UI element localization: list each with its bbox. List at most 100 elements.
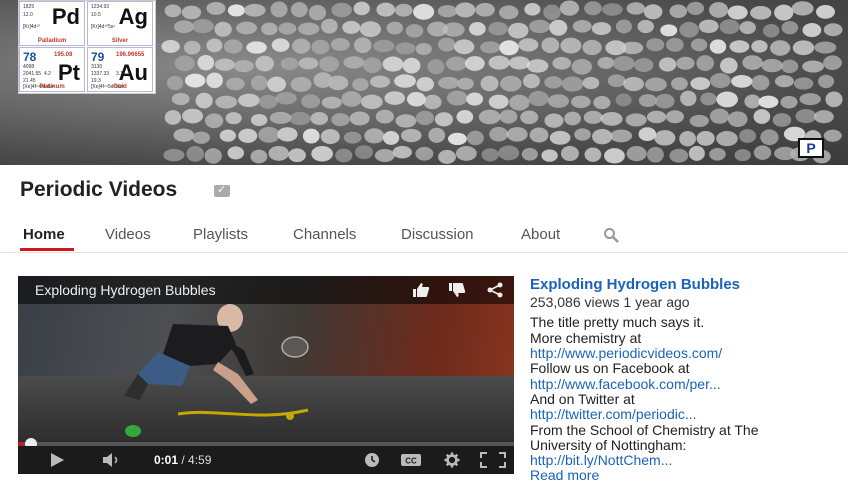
video-frame[interactable]: Exploding Hydrogen Bubbles [18, 276, 514, 446]
banner-bubble [795, 109, 817, 124]
video-title-link[interactable]: Exploding Hydrogen Bubbles [530, 276, 740, 293]
banner-bubble [227, 4, 245, 17]
banner-bubble [774, 4, 794, 21]
banner-bubble [437, 5, 458, 18]
banner-bubble [455, 146, 477, 161]
banner-bubble [654, 130, 676, 146]
read-more-link[interactable]: Read more [530, 467, 599, 483]
channel-tabs: Home Videos Playlists Channels Discussio… [0, 218, 848, 253]
description-link[interactable]: http://bit.ly/NottChem... [530, 452, 672, 468]
banner-bubble [520, 110, 539, 125]
description-link[interactable]: http://www.facebook.com/per... [530, 376, 721, 392]
banner-bubble [353, 1, 370, 16]
banner-bubble [774, 75, 794, 88]
banner-bubble [637, 19, 654, 34]
watch-later-icon[interactable] [364, 452, 380, 468]
banner-bubble [454, 39, 475, 55]
banner-bubble [457, 77, 474, 90]
banner-bubble [364, 128, 385, 144]
tab-discussion[interactable]: Discussion [401, 226, 474, 243]
banner-bubble [310, 112, 329, 126]
player-title[interactable]: Exploding Hydrogen Bubbles [35, 282, 216, 298]
banner-bubble [607, 74, 626, 88]
banner-bubble [600, 112, 623, 126]
banner-bubble [791, 1, 814, 16]
banner-bubble [518, 38, 539, 52]
banner-bubble [488, 55, 510, 70]
banner-bubble [173, 128, 195, 142]
banner-bubble [559, 0, 580, 16]
banner-bubble [446, 90, 468, 106]
banner-bubble [331, 2, 352, 18]
banner-bubble [802, 60, 824, 73]
tab-playlists[interactable]: Playlists [193, 226, 248, 243]
banner-bubble [289, 111, 311, 126]
banner-bubble [593, 96, 611, 110]
description-link[interactable]: http://twitter.com/periodic... [530, 406, 697, 422]
banner-bubble [280, 57, 299, 71]
banner-bubble [258, 94, 278, 109]
description-link[interactable]: http://www.periodicvideos.com/ [530, 345, 722, 361]
banner-bubble [498, 145, 520, 161]
banner-bubble [591, 22, 612, 36]
banner-bubble [250, 113, 268, 127]
banner-bubble [823, 55, 842, 71]
banner-bubble [716, 91, 738, 108]
banner-bubble [671, 77, 688, 91]
banner-bubble [646, 146, 664, 163]
fullscreen-icon[interactable] [480, 452, 506, 468]
tab-about[interactable]: About [521, 226, 560, 243]
banner-bubble [437, 37, 456, 52]
banner-bubble [719, 19, 740, 35]
banner-bubble [547, 94, 570, 108]
share-icon[interactable] [486, 282, 504, 298]
banner-bubble [690, 38, 708, 52]
banner-bubble [238, 128, 258, 143]
banner-bubble [395, 42, 416, 55]
tab-channels[interactable]: Channels [293, 226, 356, 243]
banner-bubble [455, 2, 476, 18]
banner-bubble [610, 129, 633, 143]
banner-bubble [583, 110, 603, 124]
banner-bubble [415, 146, 434, 161]
banner-bubble [214, 21, 232, 37]
banner-bubble [311, 39, 330, 55]
banner-bubble [394, 74, 416, 88]
banner-bubble [349, 111, 370, 126]
banner-bubble [509, 94, 530, 111]
tab-videos[interactable]: Videos [105, 226, 151, 243]
banner-bubble [181, 5, 202, 20]
settings-gear-icon[interactable] [443, 452, 461, 468]
banner-bubble [236, 21, 258, 35]
banner-bubble [815, 5, 836, 19]
banner-bubble [818, 74, 835, 89]
banner-bubble [825, 91, 843, 108]
banner-bubble [342, 20, 361, 34]
banner-bubble [597, 56, 615, 69]
volume-icon[interactable] [102, 452, 122, 468]
banner-bubble [215, 95, 238, 109]
banner-bubble [739, 129, 757, 143]
banner-bubble [375, 109, 394, 124]
banner-bubble [327, 75, 349, 91]
banner-bubble [823, 129, 842, 142]
tab-home[interactable]: Home [23, 226, 65, 243]
captions-icon[interactable]: CC [400, 452, 422, 468]
banner-bubble [561, 76, 584, 92]
channel-title[interactable]: Periodic Videos [20, 178, 177, 202]
element-tile-au: 79 196.96655 3130 3.1 1337.33 19.3 [Xe]4… [87, 47, 153, 92]
banner-bubble [584, 1, 602, 16]
banner-bubble [406, 91, 426, 107]
search-icon[interactable] [603, 227, 619, 243]
banner-bubble [442, 22, 465, 37]
time-display: 0:01 / 4:59 [154, 453, 211, 467]
green-bottle-image [125, 425, 141, 437]
dislike-icon[interactable] [448, 282, 466, 298]
like-icon[interactable] [412, 282, 430, 298]
banner-bubble [394, 3, 413, 17]
play-icon[interactable] [48, 452, 66, 468]
banner-bubble [478, 109, 501, 125]
banner-bubble [204, 148, 222, 164]
banner-bubble [166, 75, 184, 91]
video-player[interactable]: Exploding Hydrogen Bubbles 0:01 / 4:59 C… [18, 276, 514, 474]
